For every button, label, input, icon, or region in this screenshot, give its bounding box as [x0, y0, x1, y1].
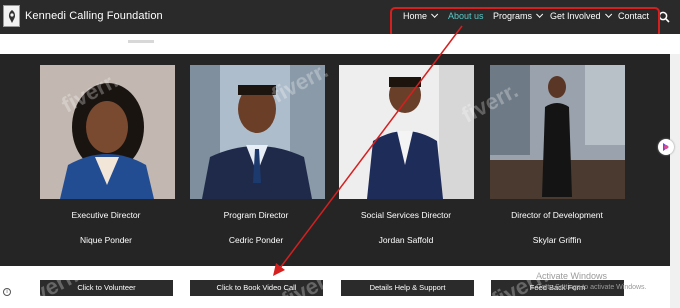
info-icon[interactable]: i [3, 288, 11, 296]
activate-windows-title: Activate Windows [536, 271, 608, 281]
volunteer-button[interactable]: Click to Volunteer [40, 280, 173, 296]
team-photo-social-services-director [339, 65, 474, 199]
faded-subheading [128, 40, 154, 43]
team-role-4: Director of Development [511, 210, 603, 220]
team-photo-director-of-development [490, 65, 625, 199]
page-scrollbar[interactable] [670, 54, 680, 308]
accessibility-widget-icon[interactable] [658, 139, 674, 155]
team-role-1: Executive Director [71, 210, 141, 220]
team-name-2: Cedric Ponder [228, 235, 284, 245]
team-role-3: Social Services Director [360, 210, 452, 220]
team-name-4: Skylar Griffin [532, 235, 582, 245]
team-photo-executive-director [40, 65, 175, 199]
help-support-button[interactable]: Details Help & Support [341, 280, 474, 296]
site-title[interactable]: Kennedi Calling Foundation [25, 10, 163, 22]
subheader-band [0, 34, 680, 54]
team-photo-program-director [190, 65, 325, 199]
activate-windows-subtitle: Go to Settings to activate Windows. [536, 284, 647, 291]
team-name-3: Jordan Saffold [378, 235, 434, 245]
team-role-2: Program Director [223, 210, 289, 220]
team-name-1: Nique Ponder [80, 235, 132, 245]
foundation-logo-icon[interactable] [3, 5, 20, 27]
book-video-call-button[interactable]: Click to Book Video Call [190, 280, 323, 296]
